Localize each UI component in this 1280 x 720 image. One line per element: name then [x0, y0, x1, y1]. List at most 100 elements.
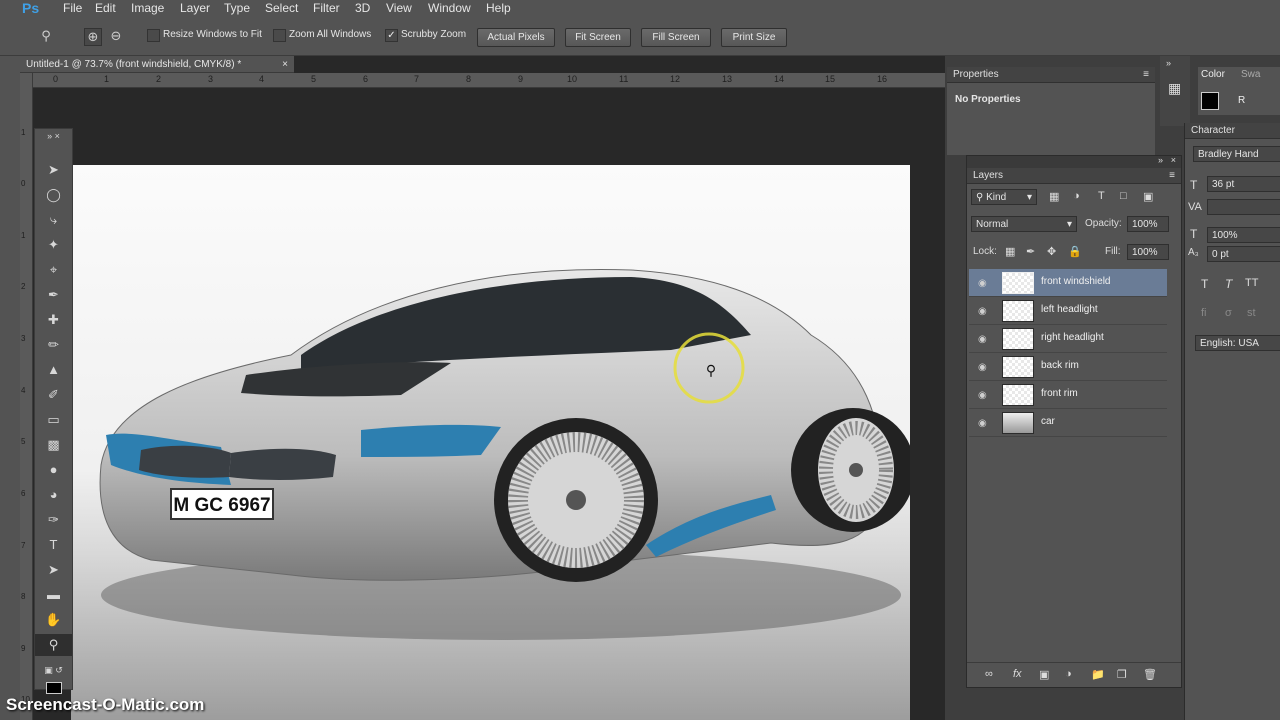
visibility-eye-icon[interactable]: ◉ [978, 278, 987, 289]
menu-view[interactable]: View [386, 1, 412, 15]
zoom-tool-preset-icon[interactable]: ⚲ [38, 28, 54, 44]
hand-tool-icon[interactable]: ✋ [35, 609, 72, 631]
vertical-scale-field[interactable]: 100% [1207, 227, 1280, 243]
baseline-shift-field[interactable]: 0 pt [1207, 246, 1280, 262]
layer-row[interactable]: ◉ right headlight [969, 325, 1167, 353]
foreground-color-swatch[interactable] [35, 679, 72, 694]
panel-menu-icon[interactable]: ≡ [1169, 168, 1175, 184]
quick-selection-tool-icon[interactable]: ✦ [35, 234, 72, 256]
layer-row[interactable]: ◉ back rim [969, 353, 1167, 381]
lasso-tool-icon[interactable]: ⤷ [35, 209, 72, 231]
gradient-tool-icon[interactable]: ▩ [35, 434, 72, 456]
menu-image[interactable]: Image [131, 1, 164, 15]
layer-row[interactable]: ◉ front windshield [969, 269, 1167, 297]
pixel-filter-icon[interactable]: ▦ [1049, 190, 1059, 203]
font-size-field[interactable]: 36 pt [1207, 176, 1280, 192]
foreground-color-swatch[interactable] [1201, 92, 1219, 110]
adjustment-filter-icon[interactable]: ◑ [1073, 190, 1080, 202]
close-icon[interactable]: × [282, 56, 288, 73]
fit-screen-button[interactable]: Fit Screen [565, 28, 631, 47]
smart-object-filter-icon[interactable]: ▣ [1143, 190, 1153, 203]
adjustment-layer-icon[interactable]: ◑ [1065, 668, 1072, 680]
menu-type[interactable]: Type [224, 1, 250, 15]
ligatures-icon[interactable]: fi [1201, 307, 1207, 319]
dodge-tool-icon[interactable]: ◕ [35, 484, 72, 506]
layer-style-icon[interactable]: fx [1013, 668, 1022, 680]
type-filter-icon[interactable]: T [1098, 190, 1105, 202]
history-brush-tool-icon[interactable]: ✐ [35, 384, 72, 406]
horizontal-ruler[interactable]: 0 1 2 3 4 5 6 7 8 9 10 11 12 13 14 15 16 [32, 73, 945, 88]
blend-mode-select[interactable]: Normal ▾ [971, 216, 1077, 232]
zoom-in-icon[interactable]: ⊕ [84, 28, 102, 46]
history-panel-icon[interactable]: ▦ [1168, 80, 1181, 97]
layer-row[interactable]: ◉ front rim [969, 381, 1167, 409]
delete-layer-icon[interactable]: 🗑 [1143, 668, 1157, 681]
stylistic-alternates-icon[interactable]: st [1247, 307, 1256, 319]
path-selection-tool-icon[interactable]: ➤ [35, 559, 72, 581]
faux-bold-icon[interactable]: T [1201, 277, 1208, 291]
menu-window[interactable]: Window [428, 1, 471, 15]
visibility-eye-icon[interactable]: ◉ [978, 362, 987, 373]
rectangle-tool-icon[interactable]: ▬ [35, 584, 72, 606]
vertical-ruler[interactable]: 1 0 1 2 3 4 5 6 7 8 9 10 [20, 73, 33, 720]
tools-collapse-icon[interactable]: » × [35, 129, 72, 143]
tracking-field[interactable] [1207, 199, 1280, 215]
layer-filter-kind[interactable]: ⚲ Kind ▾ [971, 189, 1037, 205]
tab-color[interactable]: Color [1201, 69, 1225, 80]
blur-tool-icon[interactable]: ● [35, 459, 72, 481]
actual-pixels-button[interactable]: Actual Pixels [477, 28, 555, 47]
zoom-out-icon[interactable]: ⊖ [108, 28, 124, 44]
type-tool-icon[interactable]: T [35, 534, 72, 556]
document-tab[interactable]: Untitled-1 @ 73.7% (front windshield, CM… [20, 56, 294, 73]
brush-tool-icon[interactable]: ✏ [35, 334, 72, 356]
zoom-all-checkbox[interactable] [273, 29, 286, 42]
menu-edit[interactable]: Edit [95, 1, 116, 15]
character-header[interactable]: Character [1185, 123, 1280, 139]
visibility-eye-icon[interactable]: ◉ [978, 390, 987, 401]
lock-transparency-icon[interactable]: ▦ [1005, 245, 1015, 258]
faux-italic-icon[interactable]: T [1225, 277, 1232, 291]
menu-layer[interactable]: Layer [180, 1, 210, 15]
fill-field[interactable]: 100% [1127, 244, 1169, 260]
font-family-field[interactable]: Bradley Hand [1193, 146, 1280, 162]
collapse-icon[interactable]: » [1158, 155, 1163, 165]
lock-all-icon[interactable]: 🔒 [1068, 245, 1082, 258]
layer-mask-icon[interactable]: ▣ [1039, 668, 1049, 681]
close-icon[interactable]: × [1171, 155, 1176, 165]
menu-3d[interactable]: 3D [355, 1, 370, 15]
menu-help[interactable]: Help [486, 1, 511, 15]
link-layers-icon[interactable]: ∞ [985, 668, 993, 680]
scrubby-zoom-checkbox[interactable]: ✓ [385, 29, 398, 42]
pen-tool-icon[interactable]: ✑ [35, 509, 72, 531]
tab-swatches[interactable]: Swa [1241, 69, 1260, 80]
new-group-icon[interactable]: 📁 [1091, 668, 1105, 681]
layers-header[interactable]: Layers ≡ [967, 168, 1181, 184]
menu-file[interactable]: File [63, 1, 82, 15]
visibility-eye-icon[interactable]: ◉ [978, 418, 987, 429]
menu-filter[interactable]: Filter [313, 1, 340, 15]
marquee-tool-icon[interactable]: ◯ [35, 184, 72, 206]
lock-paint-icon[interactable]: ✒ [1026, 245, 1035, 258]
menu-select[interactable]: Select [265, 1, 298, 15]
dock-collapse-icon[interactable]: » [1166, 58, 1171, 68]
all-caps-icon[interactable]: TT [1245, 277, 1258, 289]
clone-stamp-tool-icon[interactable]: ▲ [35, 359, 72, 381]
properties-header[interactable]: Properties ≡ [947, 67, 1155, 83]
swash-icon[interactable]: σ [1225, 307, 1232, 319]
healing-brush-tool-icon[interactable]: ✚ [35, 309, 72, 331]
resize-windows-checkbox[interactable] [147, 29, 160, 42]
fill-screen-button[interactable]: Fill Screen [641, 28, 711, 47]
visibility-eye-icon[interactable]: ◉ [978, 306, 987, 317]
new-layer-icon[interactable]: ❐ [1117, 668, 1127, 681]
language-field[interactable]: English: USA [1195, 335, 1280, 351]
visibility-eye-icon[interactable]: ◉ [978, 334, 987, 345]
eyedropper-tool-icon[interactable]: ✒ [35, 284, 72, 306]
layer-row[interactable]: ◉ left headlight [969, 297, 1167, 325]
image-canvas[interactable]: M GC 6967 ⚲ [71, 165, 910, 720]
lock-position-icon[interactable]: ✥ [1047, 245, 1056, 258]
move-tool-icon[interactable]: ➤ [35, 159, 72, 181]
panel-menu-icon[interactable]: ≡ [1143, 67, 1149, 83]
layer-row[interactable]: ◉ car [969, 409, 1167, 437]
eraser-tool-icon[interactable]: ▭ [35, 409, 72, 431]
default-colors-icon[interactable]: ▣ ↺ [35, 661, 72, 679]
